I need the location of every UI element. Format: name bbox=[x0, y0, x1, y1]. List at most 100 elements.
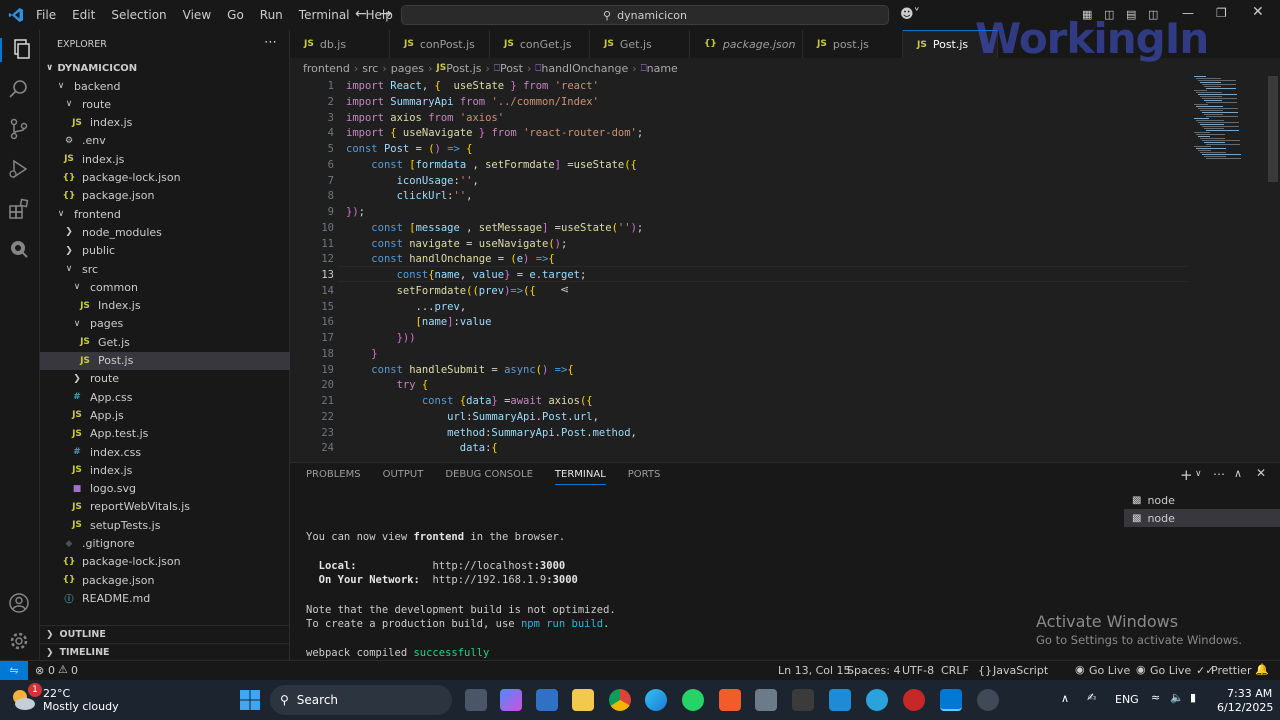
code-line[interactable]: setFormdate((prev)=>({ bbox=[346, 283, 536, 299]
manage-gear-icon[interactable] bbox=[8, 630, 32, 654]
code-line[interactable]: try { bbox=[346, 377, 429, 393]
file-item[interactable]: # App.css bbox=[40, 388, 290, 406]
source-control-icon[interactable] bbox=[8, 118, 32, 142]
folder-item[interactable]: ❯ public bbox=[40, 242, 290, 260]
menu-file[interactable]: File bbox=[36, 8, 56, 22]
cube-app-icon[interactable] bbox=[755, 689, 777, 711]
file-item[interactable]: JS index.js bbox=[40, 114, 290, 132]
telegram-icon[interactable] bbox=[866, 689, 888, 711]
run-debug-icon[interactable] bbox=[8, 158, 32, 182]
whatsapp-icon[interactable] bbox=[682, 689, 704, 711]
tab-debug-console[interactable]: DEBUG CONSOLE bbox=[445, 469, 533, 485]
folder-item[interactable]: ∨ frontend bbox=[40, 205, 290, 223]
timeline-section[interactable]: ❯ TIMELINE bbox=[40, 643, 290, 661]
task-view-icon[interactable] bbox=[465, 689, 487, 711]
file-item[interactable]: JS index.js bbox=[40, 461, 290, 479]
file-item[interactable]: JS App.test.js bbox=[40, 425, 290, 443]
tab-post-js[interactable]: JS Post.js bbox=[903, 30, 998, 58]
toggle-secondary-sidebar-icon[interactable]: ◫ bbox=[1148, 8, 1158, 21]
code-line[interactable]: url:SummaryApi.Post.url, bbox=[346, 409, 599, 425]
code-line[interactable]: const handleSubmit = async() =>{ bbox=[346, 362, 573, 378]
outline-section[interactable]: ❯ OUTLINE bbox=[40, 625, 290, 643]
show-hidden-icons-chevron[interactable]: ∧ bbox=[1061, 692, 1069, 705]
chevron-down-icon[interactable]: ∨ bbox=[1195, 469, 1202, 479]
code-editor[interactable]: 1 2 3 4 5 6 7 8 9 10 11 12 13 14 15 16 17 18 19 20 21 22 23 24 … bbox=[290, 76, 1280, 462]
file-item[interactable]: JS Get.js bbox=[40, 333, 290, 351]
close-button[interactable]: ✕ bbox=[1252, 4, 1264, 20]
file-item[interactable]: JS Post.js bbox=[40, 351, 290, 370]
minimize-button[interactable]: — bbox=[1182, 6, 1194, 20]
restore-button[interactable]: ❐ bbox=[1216, 6, 1227, 20]
warning-icon[interactable]: ⚠ bbox=[58, 663, 68, 676]
battery-icon[interactable]: ▮ bbox=[1190, 691, 1196, 704]
clock-date[interactable]: 6/12/2025 bbox=[1217, 701, 1273, 714]
copilot-app-icon[interactable] bbox=[500, 689, 522, 711]
breadcrumb-item[interactable]: Post bbox=[500, 62, 523, 75]
weather-icon[interactable]: 1 bbox=[8, 683, 42, 715]
breadcrumb-item[interactable]: Post.js bbox=[446, 62, 481, 75]
file-item[interactable]: # index.css bbox=[40, 443, 290, 461]
go-live-2[interactable]: Go Live bbox=[1150, 664, 1191, 677]
file-item[interactable]: JS index.js bbox=[40, 150, 290, 168]
remote-indicator-icon[interactable]: ⇋ bbox=[0, 661, 28, 680]
code-line[interactable]: clickUrl:'', bbox=[346, 188, 473, 204]
code-line[interactable]: } bbox=[346, 346, 377, 362]
accounts-icon[interactable] bbox=[8, 592, 32, 616]
code-line[interactable]: import SummaryApi from '../common/Index' bbox=[346, 94, 599, 110]
brave-icon[interactable] bbox=[903, 689, 925, 711]
code-line[interactable]: const [formdata , setFormdate] =useState… bbox=[346, 157, 637, 173]
toggle-sidebar-icon[interactable]: ◫ bbox=[1104, 8, 1114, 21]
edge-icon[interactable] bbox=[645, 689, 667, 711]
code-line[interactable]: const Post = () => { bbox=[346, 141, 473, 157]
folder-item[interactable]: ❯ route bbox=[40, 370, 290, 388]
toggle-panel-icon[interactable]: ▤ bbox=[1126, 8, 1136, 21]
indentation[interactable]: Spaces: 4 bbox=[847, 664, 900, 677]
tab-problems[interactable]: PROBLEMS bbox=[306, 469, 361, 485]
breadcrumb-item[interactable]: pages bbox=[391, 62, 424, 75]
taskbar-search[interactable]: ⚲ Search bbox=[270, 685, 452, 715]
file-item[interactable]: ◆ .gitignore bbox=[40, 535, 290, 553]
breadcrumb-item[interactable]: handlOnchange bbox=[541, 62, 628, 75]
file-item[interactable]: {} package.json bbox=[40, 187, 290, 205]
code-line[interactable]: const navigate = useNavigate(); bbox=[346, 236, 567, 252]
warning-count[interactable]: 0 bbox=[71, 664, 78, 677]
wifi-icon[interactable]: ≈ bbox=[1151, 691, 1160, 704]
volume-icon[interactable]: 🔈 bbox=[1170, 691, 1184, 704]
tab-get-js[interactable]: JS Get.js bbox=[590, 30, 690, 58]
file-item[interactable]: ⚙ .env bbox=[40, 132, 290, 150]
language-indicator[interactable]: ENG bbox=[1115, 693, 1139, 706]
tab-output[interactable]: OUTPUT bbox=[383, 469, 424, 485]
end-of-line[interactable]: CRLF bbox=[941, 664, 969, 677]
extensions-icon[interactable] bbox=[8, 198, 32, 222]
code-line[interactable]: import axios from 'axios' bbox=[346, 110, 504, 126]
nav-forward-icon[interactable]: → bbox=[380, 6, 392, 22]
file-item[interactable]: ⓘ README.md bbox=[40, 589, 290, 607]
breadcrumb-item[interactable]: name bbox=[647, 62, 678, 75]
folder-item[interactable]: ∨ pages bbox=[40, 315, 290, 333]
explorer-icon[interactable] bbox=[0, 38, 40, 62]
more-actions-icon[interactable]: ⋯ bbox=[264, 35, 277, 50]
tab-conpost-js[interactable]: JS conPost.js bbox=[390, 30, 490, 58]
error-icon[interactable]: ⊗ bbox=[35, 664, 44, 677]
windows-start-icon[interactable] bbox=[239, 689, 261, 711]
menu-run[interactable]: Run bbox=[260, 8, 283, 22]
code-line[interactable]: import React, { useState } from 'react' bbox=[346, 78, 599, 94]
folder-item[interactable]: ❯ node_modules bbox=[40, 223, 290, 241]
file-item[interactable]: {} package.json bbox=[40, 571, 290, 589]
maximize-panel-icon[interactable]: ∧ bbox=[1234, 467, 1242, 480]
code-line[interactable]: const handlOnchange = (e) =>{ bbox=[346, 251, 554, 267]
editor-scrollbar-thumb[interactable] bbox=[1268, 76, 1278, 182]
settings-taskbar-icon[interactable] bbox=[977, 689, 999, 711]
menu-go[interactable]: Go bbox=[227, 8, 244, 22]
breadcrumb-item[interactable]: frontend bbox=[303, 62, 350, 75]
store-icon[interactable] bbox=[536, 689, 558, 711]
error-count[interactable]: 0 bbox=[48, 664, 55, 677]
terminal-instance[interactable]: ▩ node bbox=[1124, 509, 1280, 527]
language-mode[interactable]: JavaScript bbox=[993, 664, 1048, 677]
menu-view[interactable]: View bbox=[183, 8, 211, 22]
file-item[interactable]: JS setupTests.js bbox=[40, 516, 290, 534]
more-actions-icon[interactable]: ⋯ bbox=[1213, 467, 1225, 481]
prettier-status[interactable]: Prettier bbox=[1211, 664, 1251, 677]
file-item[interactable]: JS App.js bbox=[40, 406, 290, 424]
remote-explorer-icon[interactable] bbox=[8, 238, 32, 262]
